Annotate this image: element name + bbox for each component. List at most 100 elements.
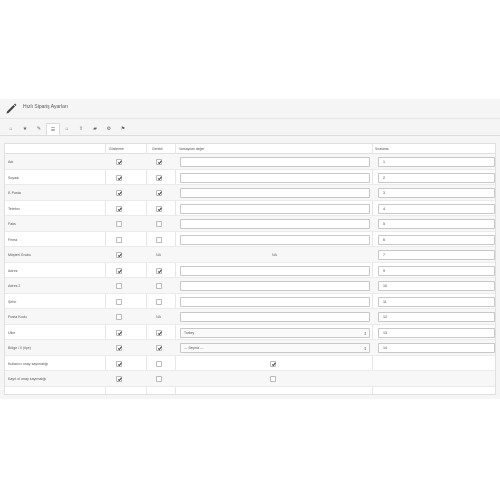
- toolbar-tag-button[interactable]: ⚑: [116, 123, 130, 135]
- required-checkbox[interactable]: [156, 345, 162, 351]
- default-value-input[interactable]: [180, 312, 370, 322]
- column-default: Varsayılan değer: [179, 147, 205, 151]
- panel-header: Hızlı Sipariş Ayarları: [0, 99, 500, 117]
- table-row: Soyadı 2: [5, 170, 495, 185]
- sort-order-value: 3: [383, 191, 385, 195]
- status-checkbox[interactable]: [116, 236, 122, 243]
- sort-order-input[interactable]: 5: [378, 219, 495, 229]
- toolbar-house-button[interactable]: ⌂: [60, 123, 74, 135]
- required-na: NA: [156, 315, 161, 319]
- required-checkbox[interactable]: [156, 205, 162, 212]
- sort-order-input[interactable]: 13: [378, 327, 495, 338]
- default-checkbox[interactable]: [270, 360, 276, 367]
- status-checkbox[interactable]: [116, 283, 122, 289]
- pencil-icon: [6, 103, 17, 114]
- field-label: E-Posta: [8, 191, 21, 195]
- default-checkbox[interactable]: [270, 376, 276, 382]
- default-value-input[interactable]: [180, 203, 370, 214]
- sort-order-input[interactable]: 12: [378, 312, 495, 322]
- sort-order-input[interactable]: 10: [378, 281, 495, 291]
- status-checkbox[interactable]: [116, 360, 122, 367]
- default-value-input[interactable]: [180, 172, 370, 183]
- toolbar-list-button[interactable]: ☰: [46, 123, 60, 135]
- toolbar-share-button[interactable]: ⇪: [74, 123, 88, 135]
- default-value-input[interactable]: [180, 265, 370, 276]
- check-icon: [117, 345, 122, 351]
- required-checkbox[interactable]: [156, 376, 162, 382]
- field-label: Adres 2: [8, 284, 21, 288]
- status-checkbox[interactable]: [116, 174, 122, 181]
- table-row: Adı 1: [5, 154, 495, 170]
- sort-order-input[interactable]: 11: [378, 296, 495, 307]
- required-checkbox[interactable]: [156, 236, 162, 243]
- default-value-input[interactable]: [180, 157, 370, 167]
- check-icon: [157, 268, 162, 273]
- select-value: --- Seçiniz ---: [184, 346, 204, 350]
- required-checkbox[interactable]: [156, 360, 162, 367]
- toolbar-home-button[interactable]: ⌂: [4, 123, 18, 135]
- check-icon: [117, 252, 122, 258]
- required-checkbox[interactable]: [156, 174, 162, 181]
- house-icon: ⌂: [65, 126, 69, 132]
- sort-order-input[interactable]: 1: [378, 157, 495, 167]
- gear-icon: ⚙: [106, 126, 112, 132]
- sort-order-input[interactable]: 2: [378, 172, 495, 183]
- status-checkbox[interactable]: [116, 159, 122, 165]
- required-checkbox[interactable]: [156, 298, 162, 305]
- required-checkbox[interactable]: [156, 221, 162, 227]
- default-value-input[interactable]: [180, 188, 370, 198]
- field-label: Telefon: [8, 206, 20, 211]
- sort-order-value: 2: [383, 175, 385, 180]
- check-icon: [157, 159, 162, 165]
- sort-order-value: 11: [383, 299, 387, 304]
- sort-order-input[interactable]: 3: [378, 188, 495, 198]
- toolbar-star-button[interactable]: ★: [18, 123, 32, 135]
- table-row: Kullanıcı onay sayımalığı: [5, 356, 495, 371]
- sort-order-input[interactable]: 14: [378, 343, 495, 353]
- status-checkbox[interactable]: [116, 298, 122, 305]
- sort-order-input[interactable]: 6: [378, 234, 495, 245]
- table-row: Bölge / İl (ilçe) --- Seçiniz --- ⇕ 14: [5, 340, 495, 356]
- column-required: Gerekli: [152, 147, 163, 151]
- toolbar: ⌂ ★ ✎ ☰ ⌂ ⇪ ▰ ⚙ ⚑: [4, 123, 130, 135]
- toolbar-pencil-button[interactable]: ✎: [32, 123, 46, 135]
- sort-order-value: 13: [383, 330, 387, 335]
- check-icon: [157, 190, 162, 196]
- required-checkbox[interactable]: [156, 190, 162, 196]
- status-checkbox[interactable]: [116, 314, 122, 320]
- toolbar-gear-button[interactable]: ⚙: [102, 123, 116, 135]
- star-icon: ★: [22, 126, 28, 132]
- status-checkbox[interactable]: [116, 329, 122, 336]
- status-checkbox[interactable]: [116, 345, 122, 351]
- status-checkbox[interactable]: [116, 252, 122, 258]
- required-checkbox[interactable]: [156, 329, 162, 336]
- status-checkbox[interactable]: [116, 376, 122, 382]
- status-checkbox[interactable]: [116, 205, 122, 212]
- sort-order-value: 14: [383, 346, 387, 350]
- required-checkbox[interactable]: [156, 283, 162, 289]
- field-label: Soyadı: [8, 175, 20, 180]
- settings-table: Gösterme Gerekli Varsayılan değer Sırala…: [4, 143, 496, 395]
- toolbar-folder-button[interactable]: ▰: [88, 123, 102, 135]
- default-value-input[interactable]: [180, 281, 370, 291]
- field-label: Posta Kodu: [8, 315, 27, 319]
- default-value-select[interactable]: Turkey ⇕: [180, 327, 370, 338]
- default-value-input[interactable]: [180, 296, 370, 307]
- required-checkbox[interactable]: [156, 267, 162, 274]
- sort-order-input[interactable]: 4: [378, 203, 495, 214]
- default-value-select[interactable]: --- Seçiniz --- ⇕: [180, 343, 370, 353]
- check-icon: [117, 376, 122, 382]
- default-value-input[interactable]: [180, 219, 370, 229]
- sort-order-input[interactable]: 7: [378, 250, 495, 260]
- status-checkbox[interactable]: [116, 267, 122, 274]
- status-checkbox[interactable]: [116, 190, 122, 196]
- field-label: Faks: [8, 222, 16, 226]
- required-na: NA: [156, 253, 161, 257]
- page-title: Hızlı Sipariş Ayarları: [23, 104, 68, 110]
- required-checkbox[interactable]: [156, 159, 162, 165]
- field-label: Firma: [8, 237, 18, 242]
- sort-order-value: 12: [383, 315, 387, 319]
- sort-order-input[interactable]: 9: [378, 265, 495, 276]
- status-checkbox[interactable]: [116, 221, 122, 227]
- default-value-input[interactable]: [180, 234, 370, 245]
